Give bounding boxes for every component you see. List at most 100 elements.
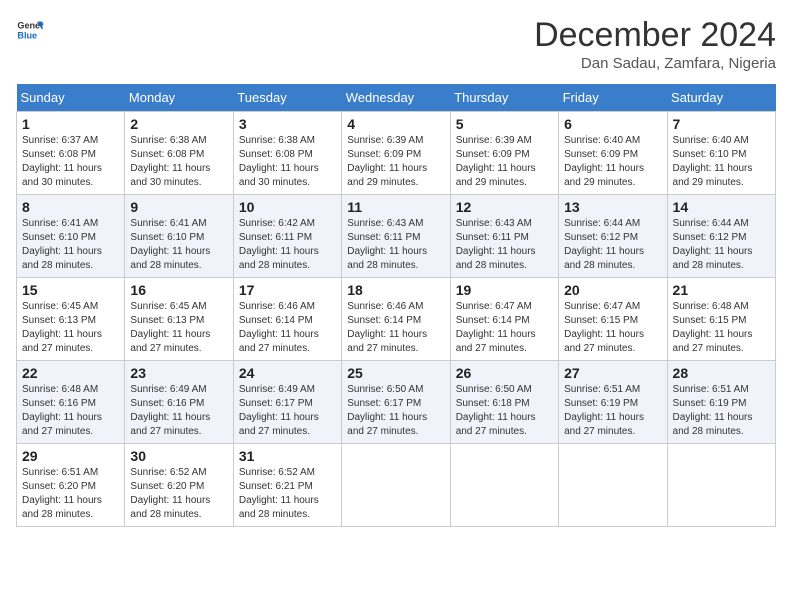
day-number: 11 bbox=[347, 199, 444, 215]
calendar-cell: 25 Sunrise: 6:50 AMSunset: 6:17 PMDaylig… bbox=[342, 361, 450, 444]
calendar-cell: 29 Sunrise: 6:51 AMSunset: 6:20 PMDaylig… bbox=[17, 444, 125, 527]
day-info: Sunrise: 6:49 AMSunset: 6:16 PMDaylight:… bbox=[130, 384, 210, 437]
day-number: 15 bbox=[22, 282, 119, 298]
calendar-cell: 1 Sunrise: 6:37 AMSunset: 6:08 PMDayligh… bbox=[17, 112, 125, 195]
day-number: 4 bbox=[347, 116, 444, 132]
logo-icon: General Blue bbox=[16, 16, 44, 44]
day-number: 3 bbox=[239, 116, 336, 132]
day-number: 12 bbox=[456, 199, 553, 215]
month-title: December 2024 bbox=[534, 16, 776, 55]
day-number: 2 bbox=[130, 116, 227, 132]
day-info: Sunrise: 6:52 AMSunset: 6:21 PMDaylight:… bbox=[239, 467, 319, 520]
day-info: Sunrise: 6:50 AMSunset: 6:17 PMDaylight:… bbox=[347, 384, 427, 437]
day-info: Sunrise: 6:45 AMSunset: 6:13 PMDaylight:… bbox=[130, 301, 210, 354]
day-number: 25 bbox=[347, 365, 444, 381]
day-number: 29 bbox=[22, 448, 119, 464]
col-header-monday: Monday bbox=[125, 84, 233, 112]
day-info: Sunrise: 6:43 AMSunset: 6:11 PMDaylight:… bbox=[456, 218, 536, 271]
day-info: Sunrise: 6:47 AMSunset: 6:14 PMDaylight:… bbox=[456, 301, 536, 354]
calendar-cell: 26 Sunrise: 6:50 AMSunset: 6:18 PMDaylig… bbox=[450, 361, 558, 444]
day-info: Sunrise: 6:47 AMSunset: 6:15 PMDaylight:… bbox=[564, 301, 644, 354]
day-info: Sunrise: 6:39 AMSunset: 6:09 PMDaylight:… bbox=[456, 135, 536, 188]
day-info: Sunrise: 6:46 AMSunset: 6:14 PMDaylight:… bbox=[347, 301, 427, 354]
calendar-cell: 2 Sunrise: 6:38 AMSunset: 6:08 PMDayligh… bbox=[125, 112, 233, 195]
week-row-5: 29 Sunrise: 6:51 AMSunset: 6:20 PMDaylig… bbox=[17, 444, 776, 527]
col-header-tuesday: Tuesday bbox=[233, 84, 341, 112]
col-header-friday: Friday bbox=[559, 84, 667, 112]
day-number: 1 bbox=[22, 116, 119, 132]
day-info: Sunrise: 6:38 AMSunset: 6:08 PMDaylight:… bbox=[239, 135, 319, 188]
day-info: Sunrise: 6:51 AMSunset: 6:19 PMDaylight:… bbox=[673, 384, 753, 437]
day-info: Sunrise: 6:41 AMSunset: 6:10 PMDaylight:… bbox=[130, 218, 210, 271]
week-row-1: 1 Sunrise: 6:37 AMSunset: 6:08 PMDayligh… bbox=[17, 112, 776, 195]
calendar-cell: 20 Sunrise: 6:47 AMSunset: 6:15 PMDaylig… bbox=[559, 278, 667, 361]
calendar-cell: 19 Sunrise: 6:47 AMSunset: 6:14 PMDaylig… bbox=[450, 278, 558, 361]
col-header-wednesday: Wednesday bbox=[342, 84, 450, 112]
day-info: Sunrise: 6:50 AMSunset: 6:18 PMDaylight:… bbox=[456, 384, 536, 437]
day-number: 31 bbox=[239, 448, 336, 464]
calendar-cell: 3 Sunrise: 6:38 AMSunset: 6:08 PMDayligh… bbox=[233, 112, 341, 195]
day-number: 10 bbox=[239, 199, 336, 215]
day-number: 26 bbox=[456, 365, 553, 381]
day-info: Sunrise: 6:40 AMSunset: 6:10 PMDaylight:… bbox=[673, 135, 753, 188]
day-number: 24 bbox=[239, 365, 336, 381]
day-number: 8 bbox=[22, 199, 119, 215]
calendar-cell: 15 Sunrise: 6:45 AMSunset: 6:13 PMDaylig… bbox=[17, 278, 125, 361]
calendar-cell bbox=[342, 444, 450, 527]
location-title: Dan Sadau, Zamfara, Nigeria bbox=[534, 55, 776, 72]
day-info: Sunrise: 6:52 AMSunset: 6:20 PMDaylight:… bbox=[130, 467, 210, 520]
calendar-cell bbox=[559, 444, 667, 527]
day-number: 6 bbox=[564, 116, 661, 132]
calendar-cell: 23 Sunrise: 6:49 AMSunset: 6:16 PMDaylig… bbox=[125, 361, 233, 444]
calendar-cell: 31 Sunrise: 6:52 AMSunset: 6:21 PMDaylig… bbox=[233, 444, 341, 527]
col-header-thursday: Thursday bbox=[450, 84, 558, 112]
calendar-cell: 22 Sunrise: 6:48 AMSunset: 6:16 PMDaylig… bbox=[17, 361, 125, 444]
calendar-cell: 11 Sunrise: 6:43 AMSunset: 6:11 PMDaylig… bbox=[342, 195, 450, 278]
day-info: Sunrise: 6:46 AMSunset: 6:14 PMDaylight:… bbox=[239, 301, 319, 354]
calendar-cell: 16 Sunrise: 6:45 AMSunset: 6:13 PMDaylig… bbox=[125, 278, 233, 361]
title-area: December 2024 Dan Sadau, Zamfara, Nigeri… bbox=[534, 16, 776, 72]
calendar-cell: 28 Sunrise: 6:51 AMSunset: 6:19 PMDaylig… bbox=[667, 361, 775, 444]
day-number: 23 bbox=[130, 365, 227, 381]
calendar-cell: 27 Sunrise: 6:51 AMSunset: 6:19 PMDaylig… bbox=[559, 361, 667, 444]
svg-text:Blue: Blue bbox=[17, 30, 37, 40]
day-info: Sunrise: 6:37 AMSunset: 6:08 PMDaylight:… bbox=[22, 135, 102, 188]
calendar-cell: 18 Sunrise: 6:46 AMSunset: 6:14 PMDaylig… bbox=[342, 278, 450, 361]
week-row-2: 8 Sunrise: 6:41 AMSunset: 6:10 PMDayligh… bbox=[17, 195, 776, 278]
calendar-cell: 9 Sunrise: 6:41 AMSunset: 6:10 PMDayligh… bbox=[125, 195, 233, 278]
day-number: 17 bbox=[239, 282, 336, 298]
calendar-cell: 7 Sunrise: 6:40 AMSunset: 6:10 PMDayligh… bbox=[667, 112, 775, 195]
calendar-cell: 5 Sunrise: 6:39 AMSunset: 6:09 PMDayligh… bbox=[450, 112, 558, 195]
day-number: 16 bbox=[130, 282, 227, 298]
calendar-cell: 24 Sunrise: 6:49 AMSunset: 6:17 PMDaylig… bbox=[233, 361, 341, 444]
day-number: 14 bbox=[673, 199, 770, 215]
day-number: 7 bbox=[673, 116, 770, 132]
day-number: 30 bbox=[130, 448, 227, 464]
calendar-cell: 4 Sunrise: 6:39 AMSunset: 6:09 PMDayligh… bbox=[342, 112, 450, 195]
day-info: Sunrise: 6:39 AMSunset: 6:09 PMDaylight:… bbox=[347, 135, 427, 188]
calendar-cell: 30 Sunrise: 6:52 AMSunset: 6:20 PMDaylig… bbox=[125, 444, 233, 527]
day-info: Sunrise: 6:43 AMSunset: 6:11 PMDaylight:… bbox=[347, 218, 427, 271]
day-number: 27 bbox=[564, 365, 661, 381]
week-row-4: 22 Sunrise: 6:48 AMSunset: 6:16 PMDaylig… bbox=[17, 361, 776, 444]
day-info: Sunrise: 6:44 AMSunset: 6:12 PMDaylight:… bbox=[564, 218, 644, 271]
day-info: Sunrise: 6:48 AMSunset: 6:16 PMDaylight:… bbox=[22, 384, 102, 437]
calendar-cell: 17 Sunrise: 6:46 AMSunset: 6:14 PMDaylig… bbox=[233, 278, 341, 361]
calendar-cell: 10 Sunrise: 6:42 AMSunset: 6:11 PMDaylig… bbox=[233, 195, 341, 278]
day-info: Sunrise: 6:44 AMSunset: 6:12 PMDaylight:… bbox=[673, 218, 753, 271]
logo: General Blue bbox=[16, 16, 44, 44]
calendar-cell bbox=[450, 444, 558, 527]
calendar-cell: 8 Sunrise: 6:41 AMSunset: 6:10 PMDayligh… bbox=[17, 195, 125, 278]
day-info: Sunrise: 6:41 AMSunset: 6:10 PMDaylight:… bbox=[22, 218, 102, 271]
day-number: 9 bbox=[130, 199, 227, 215]
day-number: 19 bbox=[456, 282, 553, 298]
calendar-cell: 6 Sunrise: 6:40 AMSunset: 6:09 PMDayligh… bbox=[559, 112, 667, 195]
day-number: 13 bbox=[564, 199, 661, 215]
day-number: 22 bbox=[22, 365, 119, 381]
day-number: 5 bbox=[456, 116, 553, 132]
calendar-cell: 12 Sunrise: 6:43 AMSunset: 6:11 PMDaylig… bbox=[450, 195, 558, 278]
day-number: 28 bbox=[673, 365, 770, 381]
calendar-cell bbox=[667, 444, 775, 527]
day-info: Sunrise: 6:51 AMSunset: 6:20 PMDaylight:… bbox=[22, 467, 102, 520]
day-number: 20 bbox=[564, 282, 661, 298]
